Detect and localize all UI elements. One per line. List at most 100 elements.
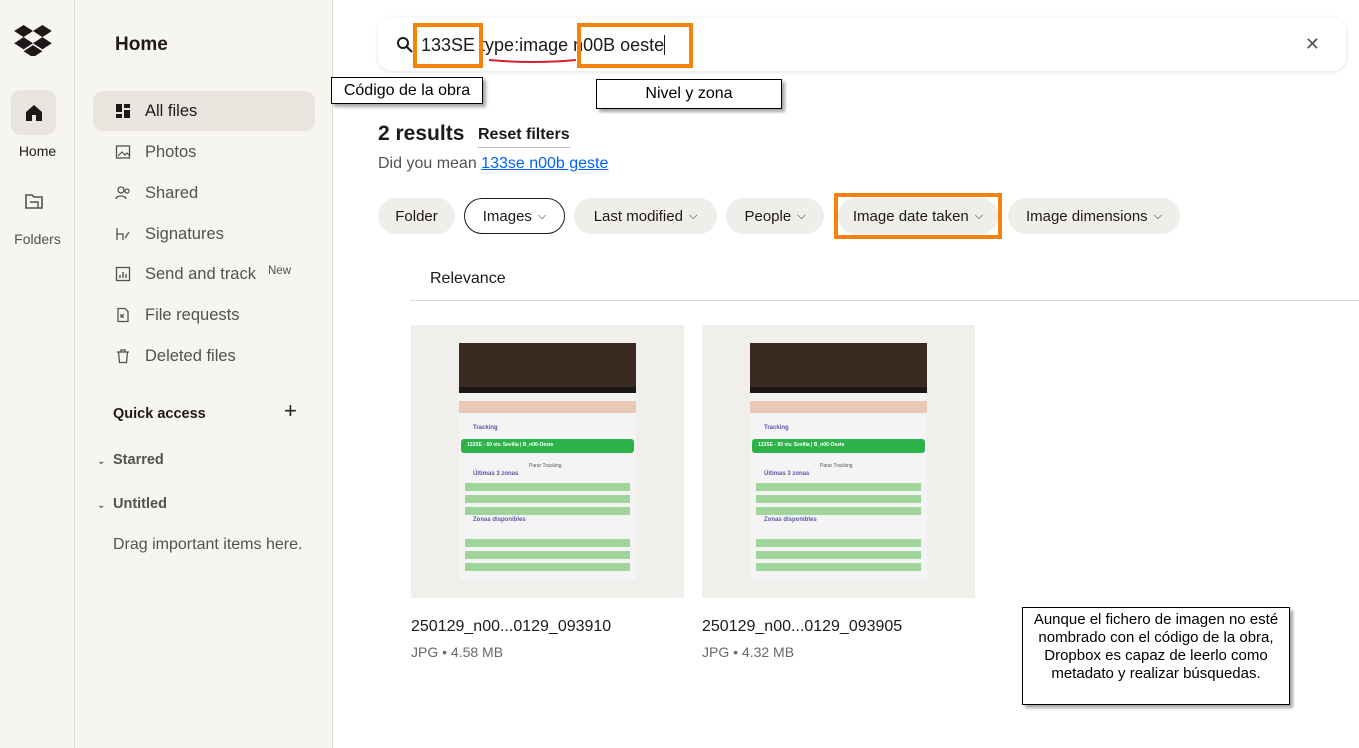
left-rail: Home Folders <box>0 0 75 748</box>
untitled-section[interactable]: ⌄ Untitled <box>97 496 167 512</box>
filter-image-date-taken[interactable]: Image date taken ⌵ <box>838 198 998 234</box>
file-thumbnail[interactable]: Tracking 133SE - 50 viv. Sevilla | B_n00… <box>702 325 975 598</box>
nav-item-label: Photos <box>145 142 197 161</box>
file-thumbnail[interactable]: Tracking 133SE - 50 viv. Sevilla | B_n00… <box>411 325 684 598</box>
folders-rail-button[interactable] <box>11 178 56 223</box>
photo-row <box>465 551 630 559</box>
results-count: 2 results <box>378 122 465 145</box>
home-rail-button[interactable] <box>11 90 56 135</box>
nav-sidebar: Home All files Photos Shared Signatures … <box>75 0 333 748</box>
photo-header-strip <box>459 401 636 413</box>
starred-section[interactable]: ⌄ Starred <box>97 452 164 468</box>
file-name[interactable]: 250129_n00...0129_093910 <box>411 618 611 636</box>
nav-item-deleted-files[interactable]: Deleted files <box>93 336 315 376</box>
shared-icon <box>115 185 131 201</box>
chevron-down-icon: ⌵ <box>537 209 547 222</box>
filter-images[interactable]: Images ⌵ <box>464 198 565 234</box>
photo-text-tracking: Tracking <box>473 425 498 431</box>
divider <box>410 300 1359 301</box>
photo-row <box>756 551 921 559</box>
filter-image-dimensions[interactable]: Image dimensions ⌵ <box>1008 198 1180 234</box>
file-request-icon <box>115 307 131 323</box>
filter-label: Folder <box>395 207 438 225</box>
photo-text-parar: Parar Tracking <box>529 463 562 469</box>
search-icon <box>397 37 413 53</box>
photo-row <box>465 563 630 571</box>
callout-codigo: Código de la obra <box>331 77 483 104</box>
file-meta: JPG • 4.32 MB <box>702 644 795 660</box>
photo-row <box>465 539 630 547</box>
photo-row <box>756 539 921 547</box>
nav-title: Home <box>115 34 168 55</box>
signature-icon <box>115 226 131 242</box>
nav-item-label: File requests <box>145 305 240 324</box>
nav-item-label: Signatures <box>145 224 224 243</box>
filter-label: Images <box>482 207 532 225</box>
filter-folder[interactable]: Folder <box>378 198 455 234</box>
quick-access-heading: Quick access <box>113 406 206 422</box>
chevron-down-icon: ⌵ <box>797 209 806 222</box>
new-badge: New <box>268 265 292 277</box>
nav-item-label: Send and track <box>145 264 256 283</box>
photo-browser-bar <box>750 343 927 387</box>
home-icon <box>25 104 42 121</box>
filter-label: Image date taken <box>852 207 969 225</box>
did-you-mean-link[interactable]: 133se n00b geste <box>481 155 608 172</box>
photo-text-parar: Parar Tracking <box>820 463 853 469</box>
photo-row <box>465 507 630 515</box>
untitled-label: Untitled <box>113 496 167 512</box>
nav-item-label: Deleted files <box>145 346 236 365</box>
photo-text-ultimas: Últimas 3 zonas <box>473 471 519 477</box>
photo-browser-bar <box>459 343 636 387</box>
sort-relevance[interactable]: Relevance <box>430 270 506 288</box>
reset-filters-button[interactable]: Reset filters <box>478 126 570 148</box>
nav-item-all-files[interactable]: All files <box>93 91 315 131</box>
nav-item-send-and-track[interactable]: Send and track New <box>93 254 315 294</box>
photo-text-zonas: Zonas disponibles <box>764 517 817 523</box>
nav-item-label: Shared <box>145 183 199 202</box>
filter-label: Last modified <box>593 207 683 225</box>
photo-thumbnail: Tracking 133SE - 50 viv. Sevilla | B_n00… <box>459 343 636 580</box>
add-quick-access-button[interactable]: + <box>284 400 297 422</box>
nav-item-photos[interactable]: Photos <box>93 132 315 172</box>
dropbox-logo-icon[interactable] <box>14 24 52 56</box>
filter-people[interactable]: People ⌵ <box>726 198 824 234</box>
clear-search-button[interactable]: ✕ <box>1305 34 1320 55</box>
chevron-down-icon: ⌵ <box>688 209 698 222</box>
photo-row <box>756 563 921 571</box>
nav-item-label: All files <box>145 101 198 120</box>
all-files-icon <box>115 103 131 119</box>
highlight-code <box>413 23 483 68</box>
drag-note: Drag important items here. <box>113 536 303 553</box>
did-you-mean-prefix: Did you mean <box>378 155 482 172</box>
folder-icon <box>24 193 43 209</box>
nav-item-shared[interactable]: Shared <box>93 173 315 213</box>
query-type: type:image <box>480 35 574 55</box>
photo-row <box>756 507 921 515</box>
chevron-down-icon: ⌄ <box>97 500 106 511</box>
chevron-down-icon: ⌄ <box>97 456 106 467</box>
photo-text-tracking: Tracking <box>764 425 789 431</box>
red-underline-annotation <box>488 59 577 63</box>
file-name[interactable]: 250129_n00...0129_093905 <box>702 618 902 636</box>
photo-row <box>465 495 630 503</box>
chart-icon <box>115 266 131 282</box>
photo-row <box>465 483 630 491</box>
file-meta: JPG • 4.58 MB <box>411 644 504 660</box>
home-rail-label: Home <box>18 143 57 159</box>
callout-nivel: Nivel y zona <box>596 79 782 109</box>
photo-text-green: 133SE - 50 viv. Sevilla | B_n00-Oeste <box>467 442 554 448</box>
photo-text-green: 133SE - 50 viv. Sevilla | B_n00-Oeste <box>758 442 845 448</box>
photo-text-ultimas: Últimas 3 zonas <box>764 471 810 477</box>
nav-item-signatures[interactable]: Signatures <box>93 214 315 254</box>
trash-icon <box>115 348 131 364</box>
filter-last-modified[interactable]: Last modified ⌵ <box>574 198 717 234</box>
highlight-zone <box>577 23 693 68</box>
nav-item-file-requests[interactable]: File requests <box>93 295 315 335</box>
photo-header-strip <box>750 401 927 413</box>
photo-row <box>756 483 921 491</box>
photo-thumbnail: Tracking 133SE - 50 viv. Sevilla | B_n00… <box>750 343 927 580</box>
filter-label: Image dimensions <box>1025 207 1148 225</box>
chevron-down-icon: ⌵ <box>974 209 984 222</box>
photo-row <box>756 495 921 503</box>
